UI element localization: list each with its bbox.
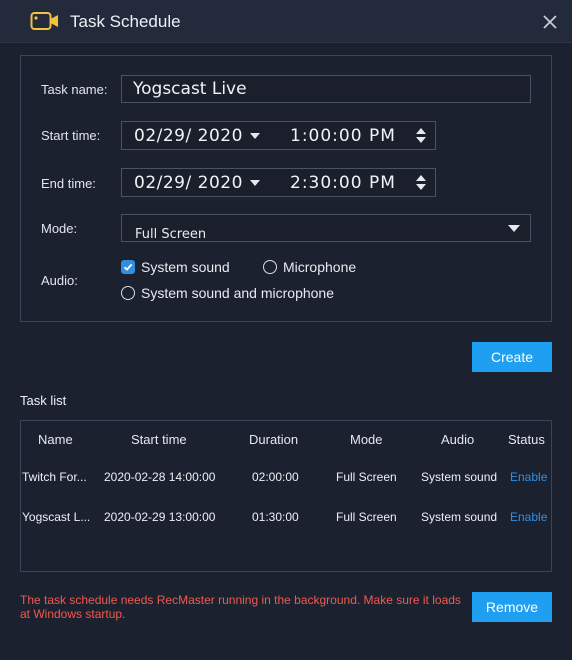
row-duration-cell: 02:00:00 [252, 470, 299, 484]
audio-label: Audio: [41, 273, 78, 288]
window-title: Task Schedule [70, 12, 181, 31]
end-time-spinner-icon[interactable] [415, 174, 427, 192]
system-sound-label: System sound [141, 259, 230, 275]
column-header-status[interactable]: Status [508, 432, 545, 447]
microphone-radio[interactable]: Microphone [263, 259, 363, 277]
task-name-label: Task name: [41, 82, 108, 97]
column-header-duration[interactable]: Duration [249, 432, 298, 447]
remove-button[interactable]: Remove [472, 592, 552, 622]
row-mode-cell: Full Screen [336, 470, 397, 484]
task-list-title: Task list [20, 393, 67, 408]
radio-unchecked-icon[interactable] [121, 286, 135, 300]
mode-selected-value: Full Screen [135, 227, 207, 242]
row-mode-cell: Full Screen [336, 510, 397, 524]
start-time-picker[interactable]: 02/29/ 2020 1:00:00 PM [121, 121, 436, 150]
background-warning-text: The task schedule needs RecMaster runnin… [20, 593, 461, 621]
row-name-cell: Twitch For... [22, 470, 87, 484]
row-status-enable-link[interactable]: Enable [510, 470, 547, 484]
system-sound-and-microphone-label: System sound and microphone [141, 285, 334, 301]
end-date-dropdown-icon[interactable] [250, 180, 260, 186]
end-time-picker[interactable]: 02/29/ 2020 2:30:00 PM [121, 168, 436, 197]
mode-label: Mode: [41, 221, 78, 236]
checkbox-checked-icon[interactable] [121, 260, 135, 274]
create-button[interactable]: Create [472, 342, 552, 372]
row-duration-cell: 01:30:00 [252, 510, 299, 524]
row-audio-cell: System sound [421, 510, 498, 524]
chevron-down-icon[interactable] [508, 225, 520, 232]
column-header-mode[interactable]: Mode [350, 432, 383, 447]
title-bar: Task Schedule [0, 0, 572, 43]
row-status-enable-link[interactable]: Enable [510, 510, 547, 524]
close-icon[interactable] [540, 12, 560, 32]
start-date-dropdown-icon[interactable] [250, 133, 260, 139]
task-table: Name Start time Duration Mode Audio Stat… [20, 420, 552, 572]
start-time-label: Start time: [41, 128, 101, 143]
microphone-label: Microphone [283, 259, 357, 275]
end-time-label: End time: [41, 176, 96, 191]
row-start-cell: 2020-02-28 14:00:00 [104, 470, 216, 484]
row-audio-cell: System sound [421, 470, 498, 484]
start-time-spinner-icon[interactable] [415, 127, 427, 145]
system-sound-checkbox[interactable]: System sound [121, 259, 241, 277]
end-time-value[interactable]: 2:30:00 PM [290, 173, 396, 193]
row-start-cell: 2020-02-29 13:00:00 [104, 510, 216, 524]
video-camera-icon [30, 12, 58, 30]
column-header-audio[interactable]: Audio [441, 432, 474, 447]
column-header-name[interactable]: Name [38, 432, 73, 447]
start-time-value[interactable]: 1:00:00 PM [290, 126, 396, 146]
system-sound-and-microphone-radio[interactable]: System sound and microphone [121, 285, 341, 303]
radio-unchecked-icon[interactable] [263, 260, 277, 274]
task-name-input[interactable] [121, 75, 531, 103]
mode-select[interactable]: Full Screen [121, 214, 531, 242]
start-date-value[interactable]: 02/29/ 2020 [134, 126, 243, 146]
column-header-start-time[interactable]: Start time [131, 432, 187, 447]
row-name-cell: Yogscast L... [22, 510, 91, 524]
end-date-value[interactable]: 02/29/ 2020 [134, 173, 243, 193]
